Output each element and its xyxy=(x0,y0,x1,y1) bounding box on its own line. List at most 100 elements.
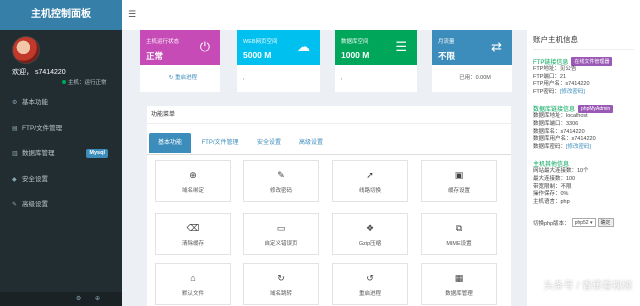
phpmyadmin-button[interactable]: phpMyAdmin xyxy=(578,104,614,113)
card-head: WEB网页空间 5000 M ☁ xyxy=(237,30,320,65)
restart-icon: ↺ xyxy=(366,273,374,283)
tile-clear-cache[interactable]: ⌫ 清除缓存 xyxy=(155,213,231,255)
db-port: 数据库端口：3306 xyxy=(533,120,579,127)
sidebar-item-basic[interactable]: ⚙ 基本功能 xyxy=(0,90,122,116)
tile-label: 数据库管理 xyxy=(445,291,473,297)
card-head: 数据库空间 1000 M ☰ xyxy=(335,30,417,65)
power-icon: ⏻ xyxy=(199,39,210,54)
tile-default-file[interactable]: ⌂ 默认文件 xyxy=(155,263,231,305)
rocket-icon: ➚ xyxy=(366,170,374,180)
mysql-badge: Mysql xyxy=(86,149,108,158)
host-status: 主机：运行正常 xyxy=(62,78,107,86)
ftp-address: FTP地址：见公告 xyxy=(533,66,577,72)
tile-line-switch[interactable]: ➚ 线路切换 xyxy=(332,160,408,202)
shield-icon: ◆ xyxy=(12,176,17,183)
ftp-password: FTP密码：[修改密码] xyxy=(533,89,634,97)
tile-label: 域名绑定 xyxy=(181,188,204,194)
sidebar-item-database[interactable]: ▥ 数据库管理 Mysql xyxy=(0,141,122,167)
tile-label: 域名跳转 xyxy=(269,291,292,297)
host-section: 主机其他信息 xyxy=(533,159,634,168)
table-icon: ▦ xyxy=(454,273,464,283)
tile-label: 清除缓存 xyxy=(181,241,204,247)
menu-toggle-icon[interactable]: ☰ xyxy=(128,9,136,20)
folder-icon: ▤ xyxy=(12,125,18,132)
sidebar-footer-icons[interactable]: ⚙ ⊕ xyxy=(0,292,122,306)
pencil-icon: ✎ xyxy=(277,170,285,180)
ftp-section-title: FTP链接信息 xyxy=(533,60,569,66)
php-version-row: 切换php版本： php52 ▾ 确定 xyxy=(533,218,634,228)
cloud-icon: ☁ xyxy=(297,39,310,54)
card-footer: , xyxy=(243,75,245,81)
restart-process-link[interactable]: ↻ 重启进程 xyxy=(140,65,220,92)
card-web-space: WEB网页空间 5000 M ☁ , xyxy=(237,30,320,92)
tile-mime-settings[interactable]: ⧉ MIME设置 xyxy=(421,213,497,255)
host-info-line: 最大连接数：100 xyxy=(533,175,576,182)
card-head: 主机运行状态 正常 ⏻ xyxy=(140,30,220,65)
app-title: 主机控制面板 xyxy=(0,0,122,30)
file-manager-button[interactable]: 在线文件管理器 xyxy=(571,57,613,66)
db-username: 数据库用户名：s7414220 xyxy=(533,136,596,143)
tile-domain-redirect[interactable]: ↻ 域名跳转 xyxy=(243,263,319,305)
tile-cache-settings[interactable]: ▣ 缓存设置 xyxy=(421,160,497,202)
tile-database-manage[interactable]: ▦ 数据库管理 xyxy=(421,263,497,305)
tile-label: 重启进程 xyxy=(358,291,381,297)
sidebar-item-label: 安全设置 xyxy=(22,175,48,183)
topbar: ☰ xyxy=(122,0,640,30)
tile-change-password[interactable]: ✎ 修改密码 xyxy=(243,160,319,202)
status-dot-icon xyxy=(62,80,66,84)
exchange-icon: ⇄ xyxy=(491,39,502,54)
sidebar-item-label: 数据库管理 xyxy=(22,150,55,157)
php-version-label: 切换php版本： xyxy=(533,220,570,227)
ftp-section: FTP链接信息 在线文件管理器 xyxy=(533,57,634,66)
tile-label: Gzip压缩 xyxy=(358,241,382,247)
sidebar-item-label: 高级设置 xyxy=(22,201,48,208)
sidebar-item-security[interactable]: ◆ 安全设置 xyxy=(0,167,122,193)
sidebar-item-label: 基本功能 xyxy=(22,99,48,106)
card-db-space: 数据库空间 1000 M ☰ , xyxy=(335,30,417,92)
file-icon: ▭ xyxy=(276,223,286,233)
host-info-line: 主机语言：php xyxy=(533,198,570,205)
tile-restart-process[interactable]: ↺ 重启进程 xyxy=(332,263,408,305)
php-version-select[interactable]: php52 ▾ xyxy=(571,218,596,228)
welcome-text: 欢迎， s7414220 xyxy=(12,69,66,76)
tile-label: 默认文件 xyxy=(181,291,204,297)
php-version-value: php52 xyxy=(574,220,589,227)
tab-ftp[interactable]: FTP/文件管理 xyxy=(195,133,245,153)
tile-custom-error-page[interactable]: ▭ 自定义错误页 xyxy=(243,213,319,255)
php-version-confirm-button[interactable]: 确定 xyxy=(597,218,614,228)
ftp-change-password-link[interactable]: [修改密码] xyxy=(560,89,585,95)
card-host-status: 主机运行状态 正常 ⏻ ↻ 重启进程 xyxy=(140,30,220,92)
save-icon: ▣ xyxy=(454,170,464,180)
refresh-icon: ↻ xyxy=(277,273,285,283)
ftp-username: FTP用户名：s7414220 xyxy=(533,81,590,88)
database-icon: ☰ xyxy=(395,39,407,54)
function-menu-panel: 功能菜单 基本功能 FTP/文件管理 安全设置 高级设置 ⊕ 域名绑定 ✎ 修改密码… xyxy=(147,106,511,306)
tab-security[interactable]: 安全设置 xyxy=(251,133,287,153)
tile-label: 缓存设置 xyxy=(447,188,470,194)
gear-icon: ⚙ xyxy=(12,100,18,106)
globe-icon: ⊕ xyxy=(189,170,197,180)
tab-advanced[interactable]: 高级设置 xyxy=(293,133,329,153)
tile-label: 线路切换 xyxy=(358,188,381,194)
function-menu-title: 功能菜单 xyxy=(147,106,511,124)
db-change-password-link[interactable]: [修改密码] xyxy=(566,144,591,150)
account-info-title: 账户主机信息 xyxy=(533,34,634,50)
sidebar-item-ftp[interactable]: ▤ FTP/文件管理 xyxy=(0,116,122,142)
sidebar-item-advanced[interactable]: ✎ 高级设置 xyxy=(0,192,122,218)
user-panel: 欢迎， s7414220 主机：运行正常 xyxy=(0,30,122,90)
dropbox-icon: ⧉ xyxy=(455,223,463,233)
card-footer: , xyxy=(341,75,343,81)
sidebar-item-label: FTP/文件管理 xyxy=(22,124,63,132)
sidebar: 主机控制面板 欢迎， s7414220 主机：运行正常 ⚙ 基本功能 ▤ FTP/文… xyxy=(0,0,122,306)
tile-gzip[interactable]: ❖ Gzip压缩 xyxy=(332,213,408,255)
edit-icon: ✎ xyxy=(12,202,18,208)
tile-domain-binding[interactable]: ⊕ 域名绑定 xyxy=(155,160,231,202)
tab-basic[interactable]: 基本功能 xyxy=(149,133,191,153)
host-section-title: 主机其他信息 xyxy=(533,162,570,169)
watermark: 头条号 / 香蕉看视频 xyxy=(543,281,632,292)
tile-label: MIME设置 xyxy=(446,241,472,247)
ftp-password-label: FTP密码： xyxy=(533,88,560,95)
function-tabs: 基本功能 FTP/文件管理 安全设置 高级设置 xyxy=(147,133,511,155)
db-password-label: 数据库密码： xyxy=(533,143,567,150)
database-icon: ▥ xyxy=(12,151,18,157)
